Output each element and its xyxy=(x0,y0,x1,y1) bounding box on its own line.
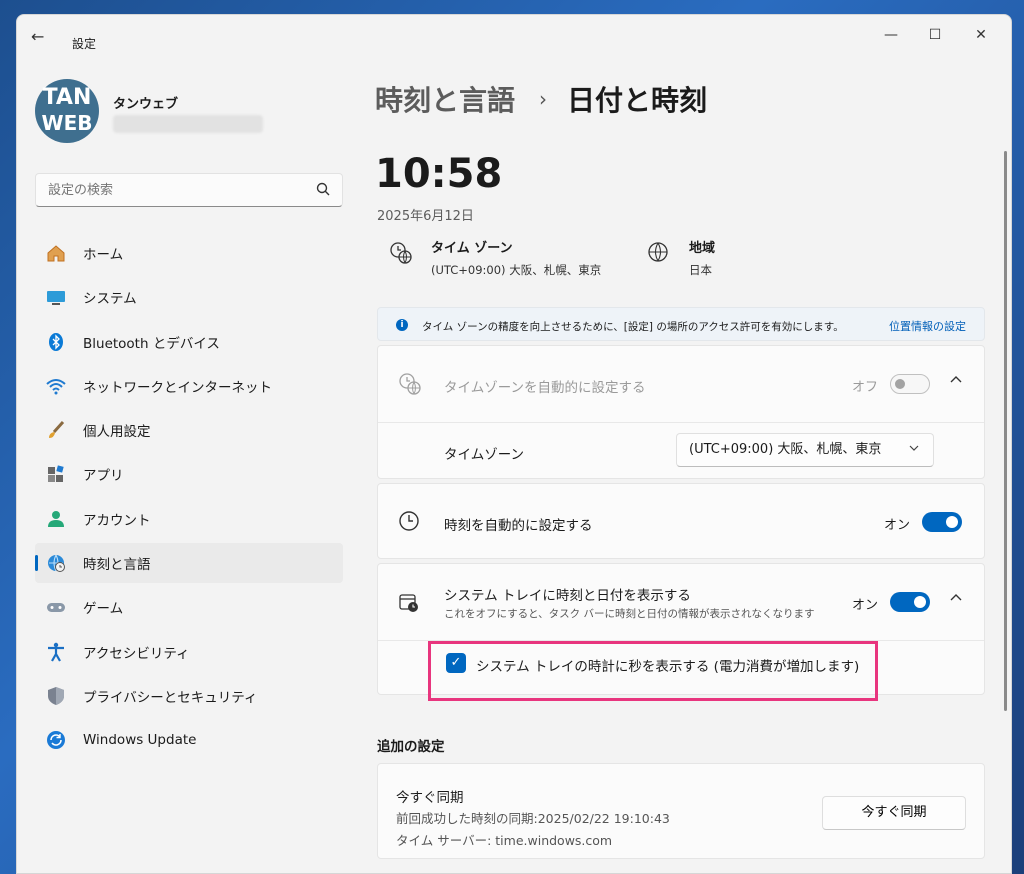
system-tray-state: オン xyxy=(852,598,879,613)
breadcrumb-separator-icon: › xyxy=(539,87,547,111)
shield-icon xyxy=(45,685,67,707)
accessibility-icon xyxy=(45,641,67,663)
sync-now-button[interactable]: 今すぐ同期 xyxy=(822,796,966,830)
sidebar-item-bluetooth[interactable]: Bluetooth とデバイス xyxy=(35,322,343,362)
sidebar-item-privacy[interactable]: プライバシーとセキュリティ xyxy=(35,676,343,716)
auto-timezone-row: タイムゾーンを自動的に設定する オフ xyxy=(378,346,984,422)
sidebar-item-time-language[interactable]: 時刻と言語 xyxy=(35,543,343,584)
page-title: 日付と時刻 xyxy=(567,84,708,117)
settings-window: ← 設定 — ☐ ✕ TAN WEB タンウェブ ホーム システム xyxy=(16,14,1012,874)
chevron-down-icon xyxy=(909,434,919,466)
home-icon xyxy=(45,242,67,264)
user-name: タンウェブ xyxy=(113,97,179,112)
brush-icon xyxy=(45,419,67,441)
sidebar-item-gaming[interactable]: ゲーム xyxy=(35,587,343,627)
globe-clock-icon xyxy=(389,241,417,278)
auto-time-label: 時刻を自動的に設定する xyxy=(444,518,593,534)
globe-icon xyxy=(647,241,675,278)
sidebar-item-apps[interactable]: アプリ xyxy=(35,454,343,494)
auto-timezone-toggle[interactable] xyxy=(890,374,930,394)
timezone-value: (UTC+09:00) 大阪、札幌、東京 xyxy=(431,263,602,277)
clock-icon xyxy=(398,510,420,537)
timezone-select-row: タイムゾーン (UTC+09:00) 大阪、札幌、東京 xyxy=(378,423,984,479)
gamepad-icon xyxy=(45,596,67,618)
location-notice: i タイム ゾーンの精度を向上させるために、[設定] の場所のアクセス許可を有効… xyxy=(377,307,985,341)
region-title: 地域 xyxy=(689,241,716,256)
bluetooth-icon xyxy=(45,331,67,353)
last-sync-time: 前回成功した時刻の同期:2025/02/22 19:10:43 xyxy=(396,811,670,826)
timezone-title: タイム ゾーン xyxy=(431,241,513,256)
monitor-icon xyxy=(45,286,67,308)
search-icon[interactable] xyxy=(316,182,330,200)
globe-clock-icon xyxy=(398,372,422,401)
maximize-button[interactable]: ☐ xyxy=(915,23,955,47)
info-icon: i xyxy=(396,319,408,331)
wifi-icon xyxy=(45,375,67,397)
close-button[interactable]: ✕ xyxy=(961,23,1001,47)
apps-icon xyxy=(45,463,67,485)
user-email-blurred xyxy=(113,115,263,133)
chevron-up-icon[interactable] xyxy=(950,592,962,608)
window-title: 設定 xyxy=(72,37,97,51)
current-time: 10:58 xyxy=(375,151,503,197)
back-arrow-icon[interactable]: ← xyxy=(31,29,51,45)
sidebar-item-accounts[interactable]: アカウント xyxy=(35,499,343,539)
minimize-button[interactable]: — xyxy=(871,23,911,47)
timezone-dropdown[interactable]: (UTC+09:00) 大阪、札幌、東京 xyxy=(676,433,934,467)
region-value: 日本 xyxy=(689,263,712,277)
sidebar-item-personalization[interactable]: 個人用設定 xyxy=(35,410,343,450)
auto-time-toggle[interactable] xyxy=(922,512,962,532)
scrollbar[interactable] xyxy=(1004,151,1007,711)
calendar-clock-icon xyxy=(398,592,420,619)
timezone-info: タイム ゾーン (UTC+09:00) 大阪、札幌、東京 xyxy=(389,237,601,278)
sync-icon xyxy=(45,729,67,751)
breadcrumb-parent[interactable]: 時刻と言語 xyxy=(375,79,515,119)
location-settings-link[interactable]: 位置情報の設定 xyxy=(889,318,966,334)
system-tray-label: システム トレイに時刻と日付を表示する xyxy=(444,588,691,604)
sidebar-item-network[interactable]: ネットワークとインターネット xyxy=(35,366,343,406)
sidebar-item-home[interactable]: ホーム xyxy=(35,233,343,273)
auto-time-state: オン xyxy=(884,518,911,533)
additional-settings-title: 追加の設定 xyxy=(377,739,445,755)
timezone-card: タイムゾーンを自動的に設定する オフ タイムゾーン (UTC+09:00) 大阪… xyxy=(377,345,985,479)
system-tray-description: これをオフにすると、タスク バーに時刻と日付の情報が表示されなくなります xyxy=(444,608,815,620)
timezone-select-label: タイムゾーン xyxy=(444,447,525,463)
highlight-box xyxy=(428,641,878,701)
auto-timezone-state: オフ xyxy=(852,380,879,395)
title-bar: ← 設定 — ☐ ✕ xyxy=(17,15,1011,55)
sidebar-item-accessibility[interactable]: アクセシビリティ xyxy=(35,632,343,672)
sync-card: 今すぐ同期 前回成功した時刻の同期:2025/02/22 19:10:43 タイ… xyxy=(377,763,985,859)
search-input[interactable] xyxy=(36,174,296,206)
sidebar-item-windows-update[interactable]: Windows Update xyxy=(35,720,343,760)
current-date: 2025年6月12日 xyxy=(377,209,474,224)
sync-title: 今すぐ同期 xyxy=(396,790,464,806)
region-info: 地域 日本 xyxy=(647,237,715,278)
system-tray-toggle[interactable] xyxy=(890,592,930,612)
auto-time-card: 時刻を自動的に設定する オン xyxy=(377,483,985,559)
person-icon xyxy=(45,508,67,530)
time-server: タイム サーバー: time.windows.com xyxy=(396,833,613,848)
sidebar-nav: ホーム システム Bluetooth とデバイス ネットワークとインターネット … xyxy=(35,233,343,765)
avatar[interactable]: TAN WEB xyxy=(35,79,99,143)
sidebar-item-system[interactable]: システム xyxy=(35,277,343,317)
globe-clock-icon xyxy=(45,552,67,574)
auto-timezone-label: タイムゾーンを自動的に設定する xyxy=(444,380,646,396)
chevron-up-icon[interactable] xyxy=(950,374,962,390)
system-tray-row: システム トレイに時刻と日付を表示する これをオフにすると、タスク バーに時刻と… xyxy=(378,564,984,640)
search-box[interactable] xyxy=(35,173,343,207)
